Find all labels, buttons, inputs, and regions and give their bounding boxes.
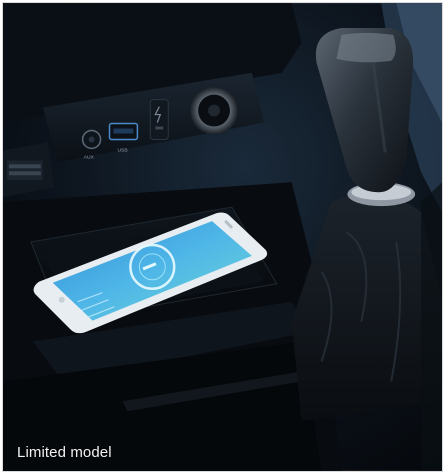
usb-label: USB: [117, 147, 128, 153]
car-interior-photo: AUX USB: [3, 3, 442, 471]
usb-port-icon: [108, 122, 139, 141]
charging-pad-icon: [149, 99, 169, 140]
photo-frame: AUX USB Limited model: [2, 2, 443, 472]
power-outlet-icon: [190, 86, 238, 135]
aux-port-icon: [81, 129, 102, 150]
aux-label: AUX: [84, 154, 95, 160]
caption-label: Limited model: [17, 444, 112, 461]
